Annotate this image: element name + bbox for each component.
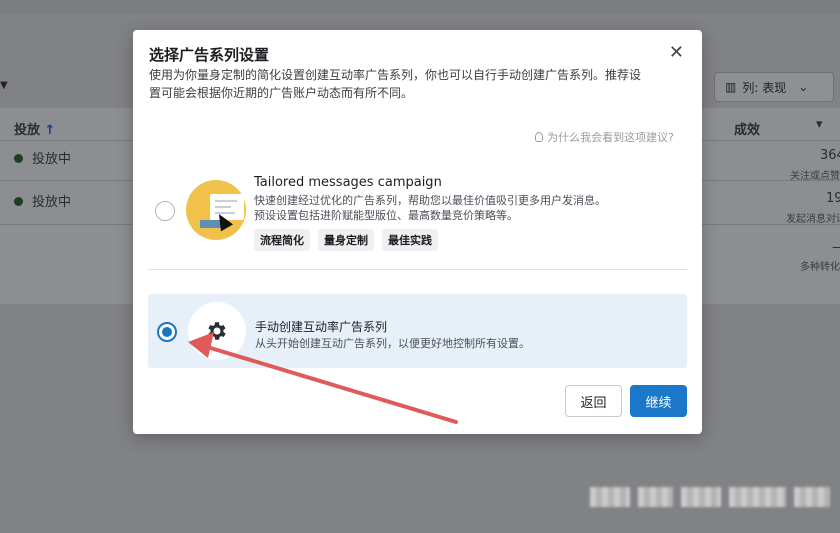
lightbulb-icon [535, 132, 544, 142]
result-value: — [832, 240, 840, 255]
why-suggestion-link[interactable]: 为什么我会看到这项建议? [535, 129, 674, 145]
back-button[interactable]: 返回 [565, 385, 622, 417]
result-subtext: 关注或点赞 [790, 171, 840, 182]
result-value: 19 [826, 191, 840, 206]
option-tags: 流程简化 量身定制 最佳实践 [254, 229, 438, 251]
option-title: 手动创建互动率广告系列 [255, 320, 388, 334]
background-topbar [0, 0, 840, 14]
result-subtext: 多种转化 [800, 262, 840, 273]
radio-tailored-campaign[interactable] [155, 201, 175, 221]
columns-icon: ▥ [725, 80, 737, 94]
chevron-down-icon: ⌄ [798, 80, 809, 94]
option-title: Tailored messages campaign [254, 175, 442, 190]
result-value: 364 [820, 148, 840, 163]
chevron-down-icon: ▾ [816, 117, 823, 132]
gear-icon [188, 302, 246, 360]
header-delivery[interactable]: 投放 ↑ [14, 119, 55, 138]
option-description: 从头开始创建互动广告系列，以便更好地控制所有设置。 [255, 337, 530, 350]
option-tailored-campaign[interactable]: Tailored messages campaign 快速创建经过优化的广告系列… [148, 170, 688, 251]
dialog-title: 选择广告系列设置 [149, 46, 270, 64]
radio-manual-campaign[interactable] [157, 322, 177, 342]
table-row: 投放中 [14, 148, 71, 167]
table-row: 投放中 [14, 191, 71, 210]
result-subtext: 发起消息对话 [786, 214, 840, 225]
tag: 量身定制 [318, 229, 374, 251]
campaign-setup-dialog: 选择广告系列设置 ✕ 使用为你量身定制的简化设置创建互动率广告系列，你也可以自行… [133, 30, 702, 434]
close-icon[interactable]: ✕ [669, 44, 684, 62]
messages-illustration [186, 180, 246, 240]
column-selector[interactable]: ▥ 列: 表现 ⌄ [714, 72, 834, 102]
option-manual-campaign[interactable]: 手动创建互动率广告系列 从头开始创建互动广告系列，以便更好地控制所有设置。 [148, 294, 687, 368]
column-selector-label: 列: 表现 [742, 80, 787, 95]
tag: 流程简化 [254, 229, 310, 251]
tag: 最佳实践 [382, 229, 438, 251]
dialog-description: 使用为你量身定制的简化设置创建互动率广告系列，你也可以自行手动创建广告系列。推荐… [149, 68, 642, 100]
continue-button[interactable]: 继续 [630, 385, 687, 417]
caret-down-icon: ▼ [0, 80, 8, 91]
header-results[interactable]: 成效 [734, 119, 760, 138]
option-description: 快速创建经过优化的广告系列，帮助您以最佳价值吸引更多用户发消息。 预设设置包括进… [254, 194, 606, 222]
option-divider [148, 269, 687, 270]
why-suggestion-label: 为什么我会看到这项建议? [547, 131, 674, 144]
blurred-watermark [590, 487, 831, 509]
